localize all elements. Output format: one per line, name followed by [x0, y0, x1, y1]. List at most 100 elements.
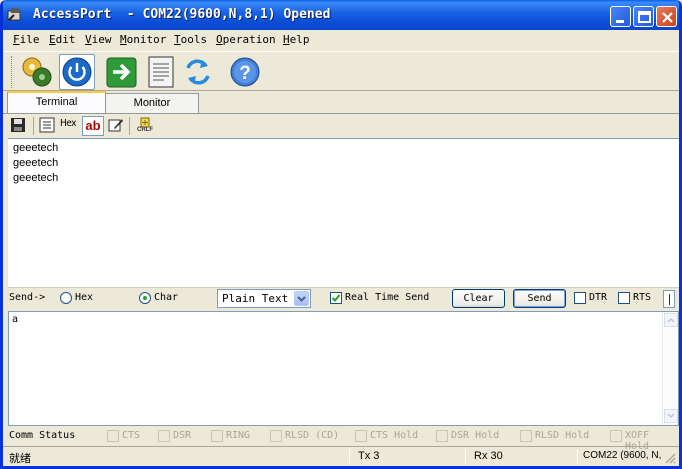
cts-hold-indicator — [355, 430, 367, 442]
title-bar[interactable]: AccessPort - COM22(9600,N,8,1) Opened — [3, 0, 679, 30]
crlf-button[interactable]: CRLF — [136, 117, 154, 135]
menu-edit[interactable]: Edit — [49, 33, 76, 46]
send-label: Send-> — [9, 292, 46, 303]
help-button[interactable]: ? — [227, 54, 263, 90]
tx-count: Tx 3 — [358, 450, 380, 462]
menu-monitor[interactable]: Monitor — [120, 33, 166, 46]
dtr-checkbox[interactable] — [574, 292, 586, 304]
pencil-edit-icon — [108, 119, 123, 132]
menu-file[interactable]: File — [13, 33, 40, 46]
display-grid-icon — [39, 117, 55, 133]
char-radio-label: Char — [154, 292, 179, 303]
cts-label: CTS — [122, 430, 141, 441]
svg-text:?: ? — [239, 63, 251, 84]
minimize-button[interactable] — [610, 6, 631, 27]
menu-tools[interactable]: Tools — [174, 33, 207, 46]
send-file-button[interactable] — [104, 54, 140, 90]
window-title: AccessPort - COM22(9600,N,8,1) Opened — [33, 7, 331, 22]
hex-radio[interactable] — [60, 292, 72, 304]
output-line: geeetech — [13, 142, 59, 154]
cts-indicator — [107, 430, 119, 442]
terminal-toolbar: Hex ab CRLF — [3, 113, 679, 137]
connect-button[interactable] — [59, 54, 95, 90]
cts-hold-label: CTS Hold — [370, 430, 419, 441]
hex-view-button[interactable]: Hex — [60, 118, 76, 136]
dsr-label: DSR — [173, 430, 192, 441]
tab-monitor[interactable]: Monitor — [105, 93, 199, 113]
minimize-icon — [616, 20, 624, 23]
refresh-button[interactable] — [180, 54, 216, 90]
rts-checkbox[interactable] — [618, 292, 630, 304]
rx-count: Rx 30 — [474, 450, 503, 462]
document-button[interactable] — [144, 54, 180, 90]
format-select[interactable]: Plain Text — [217, 289, 311, 308]
send-bar: Send-> Hex Char Plain Text Real Time Sen… — [3, 288, 679, 310]
menu-bar: File Edit View Monitor Tools Operation H… — [3, 30, 679, 50]
char-radio[interactable] — [139, 292, 151, 304]
clear-button[interactable]: Clear — [452, 289, 505, 308]
realtime-send-label: Real Time Send — [345, 292, 430, 303]
tab-strip: Terminal Monitor — [3, 91, 679, 113]
status-text: 就绪 — [9, 452, 31, 465]
send-input[interactable]: a — [8, 311, 679, 426]
save-button[interactable] — [10, 117, 26, 135]
menu-help[interactable]: Help — [283, 33, 310, 46]
rlsd-label: RLSD (CD) — [285, 430, 340, 441]
chevron-up-icon — [667, 317, 675, 323]
splitter-grip — [669, 294, 670, 305]
maximize-button[interactable] — [633, 6, 654, 27]
refresh-icon — [186, 59, 210, 85]
format-select-value: Plain Text — [222, 292, 289, 305]
send-button[interactable]: Send — [513, 289, 566, 308]
menu-operation[interactable]: Operation — [216, 33, 276, 46]
display-mode-button[interactable] — [39, 117, 55, 135]
crlf-label: CRLF — [137, 127, 153, 133]
status-separator — [349, 449, 350, 464]
go-arrow-icon — [106, 57, 137, 88]
status-bar: 就绪 Tx 3 Rx 30 COM22 (9600, N, — [3, 446, 679, 466]
settings-gears-icon — [22, 57, 52, 87]
close-button[interactable] — [656, 6, 677, 27]
checkmark-icon — [331, 294, 341, 302]
document-icon — [148, 56, 174, 88]
vertical-scrollbar[interactable] — [662, 312, 678, 425]
dsr-hold-label: DSR Hold — [451, 430, 500, 441]
rlsd-hold-indicator — [520, 430, 532, 442]
toolbar-grip[interactable] — [11, 56, 14, 88]
hex-radio-label: Hex — [75, 292, 94, 303]
dsr-hold-indicator — [436, 430, 448, 442]
status-separator — [465, 449, 466, 464]
realtime-send-checkbox[interactable] — [330, 292, 342, 304]
ring-indicator — [211, 430, 223, 442]
app-window: AccessPort - COM22(9600,N,8,1) Opened Fi… — [0, 0, 682, 469]
status-separator — [577, 449, 578, 464]
scroll-down-button[interactable] — [664, 409, 678, 423]
menu-view[interactable]: View — [85, 33, 112, 46]
text-view-button[interactable]: ab — [82, 116, 104, 136]
dsr-indicator — [158, 430, 170, 442]
maximize-icon — [638, 11, 651, 23]
save-disk-icon — [11, 118, 25, 132]
port-status: COM22 (9600, N, — [583, 450, 662, 461]
edit-button[interactable] — [108, 117, 124, 135]
help-icon: ? — [230, 57, 260, 87]
close-icon — [662, 12, 673, 23]
output-line: geeetech — [13, 157, 59, 169]
app-icon — [7, 8, 21, 21]
main-toolbar: ? — [3, 51, 679, 91]
output-line: geeetech — [13, 172, 59, 184]
rlsd-hold-label: RLSD Hold — [535, 430, 590, 441]
splitter-handle[interactable] — [663, 290, 675, 308]
comm-status-label: Comm Status — [9, 430, 76, 441]
scroll-up-button[interactable] — [664, 313, 678, 327]
toolbar-separator — [33, 117, 34, 135]
settings-button[interactable] — [19, 54, 55, 90]
terminal-output[interactable]: geeetech geeetech geeetech — [8, 138, 679, 288]
comm-status-bar: Comm Status CTS DSR RING RLSD (CD) CTS H… — [3, 427, 679, 452]
resize-grip-icon[interactable] — [664, 452, 676, 464]
rts-label: RTS — [633, 292, 652, 303]
tab-terminal[interactable]: Terminal — [7, 91, 106, 113]
chevron-down-icon — [667, 413, 675, 419]
dtr-label: DTR — [589, 292, 608, 303]
chevron-down-icon[interactable] — [294, 291, 309, 306]
